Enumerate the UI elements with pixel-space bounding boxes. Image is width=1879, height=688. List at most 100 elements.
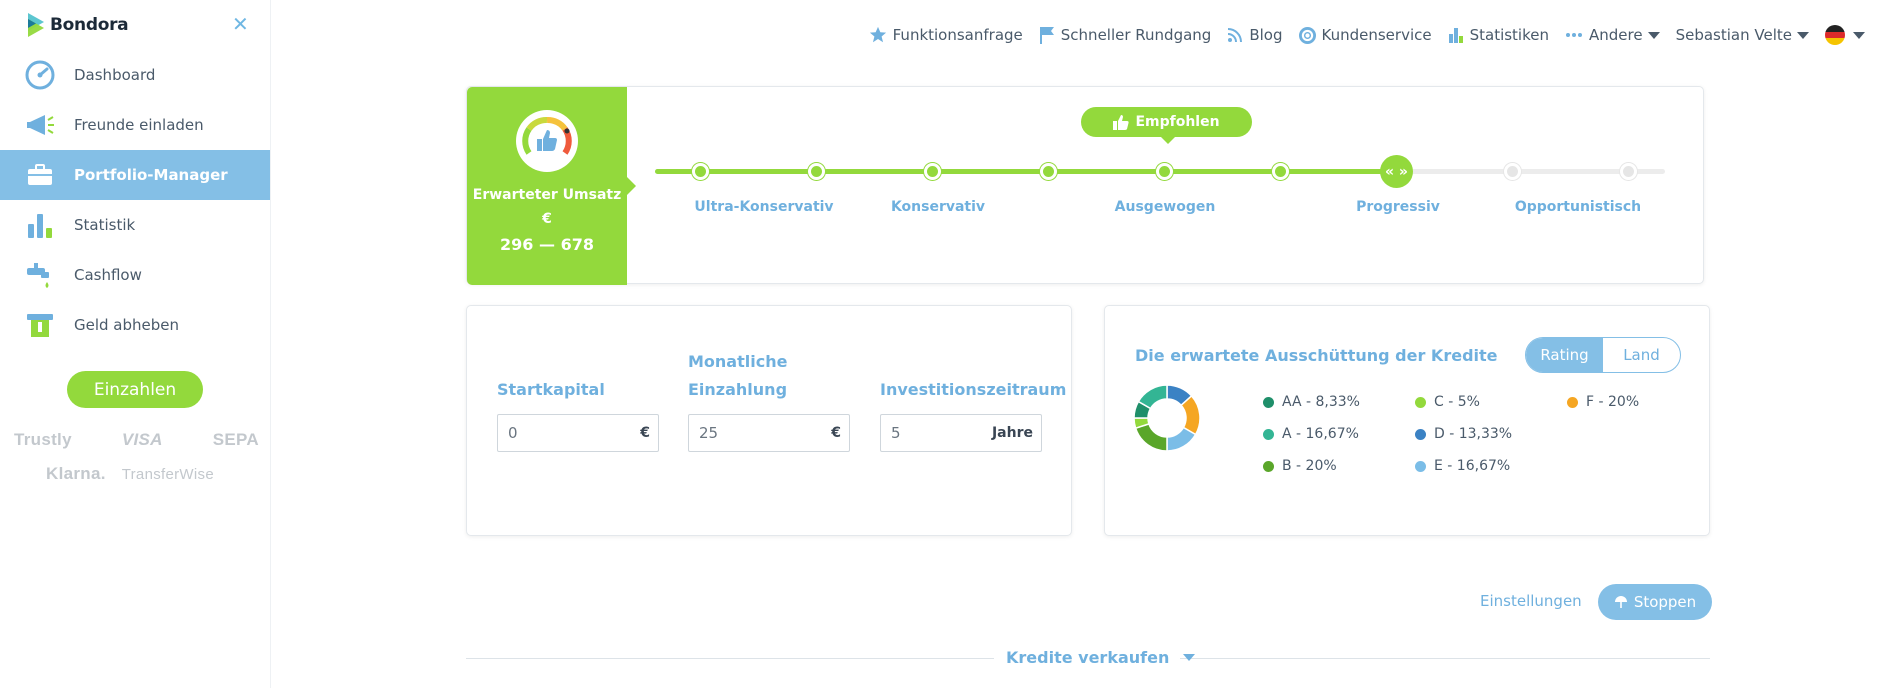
start-capital-field: Startkapital 0 € — [497, 346, 659, 452]
distribution-title: Die erwartete Ausschüttung der Kredite — [1135, 346, 1498, 365]
gauge-thumbs-up-icon — [516, 110, 578, 172]
expected-return-currency: € — [542, 211, 552, 227]
toggle-rating[interactable]: Rating — [1526, 338, 1603, 372]
legend-item: F - 20% — [1567, 394, 1639, 410]
distribution-toggle: Rating Land — [1525, 337, 1681, 373]
feature-request-link[interactable]: Funktionsanfrage — [869, 26, 1023, 44]
risk-slider-step[interactable] — [1504, 163, 1521, 180]
risk-slider-step[interactable] — [1156, 163, 1173, 180]
chevron-down-icon — [1853, 31, 1865, 39]
customer-service-link[interactable]: Kundenservice — [1298, 26, 1432, 44]
bar-chart-icon — [1448, 27, 1464, 43]
risk-slider-step[interactable] — [1040, 163, 1057, 180]
sidebar-item-cashflow[interactable]: Cashflow — [0, 250, 270, 300]
legend-label: F - 20% — [1586, 394, 1640, 410]
distribution-donut-chart — [1133, 384, 1201, 452]
legend-dot — [1263, 396, 1274, 408]
sidebar-item-freunde-einladen[interactable]: Freunde einladen — [0, 100, 270, 150]
strategy-label-opportunistisch[interactable]: Opportunistisch — [1515, 199, 1641, 215]
monthly-deposit-input[interactable]: 25 € — [688, 414, 850, 452]
divider-left — [466, 658, 994, 659]
klarna-logo: Klarna. — [46, 464, 106, 483]
thumbs-up-icon — [1113, 114, 1130, 130]
divider-right — [1180, 658, 1710, 659]
brand-name: Bondora — [50, 15, 129, 35]
chevron-down-icon — [1647, 31, 1660, 39]
expected-return-title: Erwarteter Umsatz — [472, 187, 622, 203]
statistics-link[interactable]: Statistiken — [1448, 26, 1549, 44]
risk-slider-step[interactable] — [808, 163, 825, 180]
risk-slider-step[interactable] — [1272, 163, 1289, 180]
legend-label: D - 13,33% — [1434, 426, 1513, 442]
brand-logo[interactable]: Bondora — [28, 13, 129, 37]
sidebar-item-dashboard[interactable]: Dashboard — [0, 50, 270, 100]
user-menu[interactable]: Sebastian Velte — [1676, 26, 1809, 44]
legend-item: C - 5% — [1415, 394, 1480, 410]
legend-label: A - 16,67% — [1282, 426, 1359, 442]
start-capital-input[interactable]: 0 € — [497, 414, 659, 452]
legend-item: D - 13,33% — [1415, 426, 1512, 442]
close-icon[interactable]: ✕ — [232, 12, 249, 36]
strategy-label-ausgewogen[interactable]: Ausgewogen — [1115, 199, 1216, 215]
monthly-deposit-label: Monatliche Einzahlung — [688, 352, 788, 399]
lifebuoy-icon — [1298, 26, 1316, 44]
sidebar-item-statistik[interactable]: Statistik — [0, 200, 270, 250]
megaphone-icon — [24, 109, 56, 141]
recommended-badge: Empfohlen — [1081, 107, 1252, 144]
others-menu[interactable]: Andere — [1565, 26, 1660, 44]
expected-return-panel: Erwarteter Umsatz € 296 — 678 — [467, 87, 636, 285]
deposit-button[interactable]: Einzahlen — [67, 371, 203, 408]
sidebar-item-label: Statistik — [74, 216, 136, 234]
sidebar-item-portfolio-manager[interactable]: Portfolio-Manager — [0, 150, 270, 200]
strategy-label-progressiv[interactable]: Progressiv — [1356, 199, 1440, 215]
language-selector[interactable] — [1825, 25, 1865, 45]
settings-link[interactable]: Einstellungen — [1480, 592, 1582, 610]
sell-loans-toggle[interactable]: Kredite verkaufen — [1006, 648, 1196, 667]
blog-link[interactable]: Blog — [1227, 26, 1283, 44]
briefcase-icon — [24, 159, 56, 191]
risk-slider-step[interactable] — [1620, 163, 1637, 180]
legend-dot — [1263, 460, 1274, 472]
strategy-label-konservativ[interactable]: Konservativ — [891, 199, 985, 215]
risk-slider[interactable]: « » — [655, 155, 1665, 188]
legend-label: C - 5% — [1434, 394, 1480, 410]
distribution-legend: AA - 8,33% A - 16,67% B - 20% C - 5% D - 13,… — [1263, 394, 1683, 484]
stop-button[interactable]: Stoppen — [1598, 584, 1712, 620]
expected-return-range: 296 — 678 — [500, 235, 594, 254]
donut-slice — [1134, 422, 1168, 452]
legend-dot — [1263, 428, 1274, 440]
risk-slider-step[interactable] — [692, 163, 709, 180]
sepa-logo: SEPA — [212, 430, 259, 449]
legend-label: B - 20% — [1282, 458, 1337, 474]
sidebar-item-geld-abheben[interactable]: Geld abheben — [0, 300, 270, 350]
umbrella-icon — [1614, 596, 1627, 608]
quick-tour-link[interactable]: Schneller Rundgang — [1039, 26, 1211, 44]
sidebar-item-label: Portfolio-Manager — [74, 166, 228, 184]
sidebar-nav: Dashboard Freunde einladen Portfolio-Man… — [0, 50, 270, 350]
trustly-logo: Trustly — [14, 430, 72, 449]
more-dots-icon — [1565, 32, 1583, 38]
bar-chart-icon — [24, 209, 56, 241]
faucet-icon — [24, 259, 56, 291]
strategy-label-ultra-konservativ[interactable]: Ultra-Konservativ — [694, 199, 833, 215]
strategy-card: Erwarteter Umsatz € 296 — 678 Empfohlen … — [466, 86, 1704, 285]
investment-inputs-card: Startkapital 0 € Monatliche Einzahlung 2… — [466, 305, 1072, 536]
sidebar-item-label: Freunde einladen — [74, 116, 204, 134]
risk-slider-step[interactable] — [924, 163, 941, 180]
loan-distribution-card: Die erwartete Ausschüttung der Kredite R… — [1104, 305, 1710, 536]
toggle-land[interactable]: Land — [1603, 338, 1680, 372]
legend-label: E - 16,67% — [1434, 458, 1511, 474]
sidebar-item-label: Cashflow — [74, 266, 142, 284]
chevron-down-icon — [1797, 31, 1809, 39]
investment-period-field: Investitionszeitraum 5 Jahre — [880, 346, 1066, 452]
monthly-deposit-field: Monatliche Einzahlung 25 € — [688, 346, 850, 452]
legend-item: AA - 8,33% — [1263, 394, 1360, 410]
chevron-down-icon — [1183, 654, 1196, 661]
legend-label: AA - 8,33% — [1282, 394, 1360, 410]
withdraw-icon — [24, 309, 56, 341]
visa-logo: VISA — [121, 430, 163, 449]
sidebar: Bondora ✕ Dashboard Freunde einladen Por… — [0, 0, 271, 688]
risk-slider-handle[interactable]: « » — [1380, 155, 1413, 188]
rss-icon — [1227, 27, 1243, 43]
investment-period-input[interactable]: 5 Jahre — [880, 414, 1042, 452]
